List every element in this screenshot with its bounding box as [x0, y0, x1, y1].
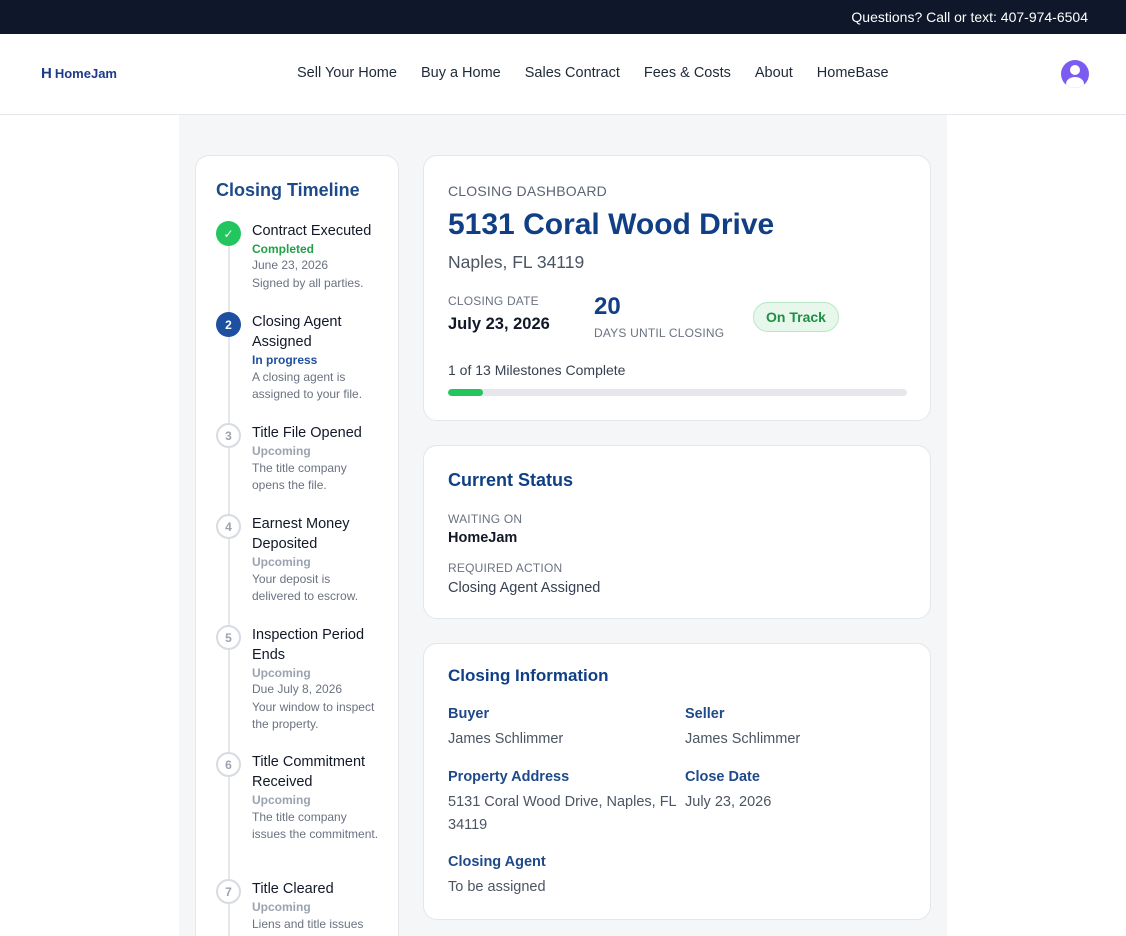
buyer-label: Buyer	[448, 706, 490, 722]
step-number: 4	[216, 514, 241, 539]
step-description: The title company opens the file.	[252, 461, 347, 492]
homejam-logo[interactable]: H HomeJam	[41, 65, 117, 82]
site-header: H HomeJam Sell Your Home Buy a Home Sale…	[0, 34, 1126, 115]
step-title: Title Cleared	[252, 881, 334, 897]
step-status: Upcoming	[252, 793, 311, 807]
contact-bar: Questions? Call or text: 407-974-6504	[0, 0, 1126, 34]
step-title: Title File Opened	[252, 425, 362, 441]
close-date-label: Close Date	[685, 769, 760, 785]
days-label: DAYS UNTIL CLOSING	[594, 326, 725, 340]
current-status-card: Current Status WAITING ON HomeJam REQUIR…	[423, 445, 931, 619]
required-action-value: Closing Agent Assigned	[448, 580, 601, 596]
step-description: Liens and title issues	[252, 917, 364, 931]
timeline-connector	[228, 246, 230, 936]
logo-mark-icon: H	[41, 65, 52, 82]
step-number: 5	[216, 625, 241, 650]
step-status: Upcoming	[252, 555, 311, 569]
step-status: Upcoming	[252, 444, 311, 458]
closing-date-label: CLOSING DATE	[448, 294, 539, 308]
closing-information-title: Closing Information	[448, 666, 609, 685]
progress-fill	[448, 389, 484, 396]
property-address-label: Property Address	[448, 769, 570, 785]
closing-timeline: Closing Timeline ✓ Contract Executed Com…	[195, 155, 399, 936]
status-badge: On Track	[753, 302, 839, 332]
step-number: 6	[216, 752, 241, 777]
nav-about[interactable]: About	[755, 65, 793, 81]
contact-text: Questions? Call or text: 407-974-6504	[851, 9, 1088, 25]
property-city: Naples, FL 34119	[448, 252, 585, 272]
step-description: Signed by all parties.	[252, 276, 364, 290]
step-status: Completed	[252, 242, 315, 256]
timeline-title: Closing Timeline	[216, 180, 360, 200]
step-number: 3	[216, 423, 241, 448]
step-status: In progress	[252, 353, 318, 367]
nav-fees-costs[interactable]: Fees & Costs	[644, 65, 731, 81]
step-date: June 23, 2026	[252, 258, 329, 272]
check-icon: ✓	[216, 221, 241, 246]
milestones-text: 1 of 13 Milestones Complete	[448, 362, 626, 378]
step-number: 7	[216, 879, 241, 904]
step-description: Your deposit is delivered to escrow.	[252, 572, 359, 603]
closing-information-card: Closing Information Buyer James Schlimme…	[423, 643, 931, 920]
property-address-line2: 34119	[448, 817, 488, 833]
close-date-value: July 23, 2026	[685, 794, 772, 810]
step-title: Contract Executed	[252, 223, 372, 239]
dashboard-eyebrow: CLOSING DASHBOARD	[448, 183, 607, 199]
nav-sales-contract[interactable]: Sales Contract	[525, 65, 620, 81]
property-address-title: 5131 Coral Wood Drive	[448, 208, 775, 241]
step-status: Upcoming	[252, 666, 311, 680]
step-number: 2	[216, 312, 241, 337]
closing-agent-label: Closing Agent	[448, 854, 546, 870]
logo-text: HomeJam	[54, 66, 117, 81]
milestone-progress-bar	[448, 389, 907, 396]
step-title: Title Commitment Received	[252, 754, 366, 790]
step-description: Your window to inspect the property.	[252, 700, 375, 731]
step-date: Due July 8, 2026	[252, 682, 343, 696]
nav-homebase[interactable]: HomeBase	[817, 65, 889, 81]
main-nav: Sell Your Home Buy a Home Sales Contract…	[297, 65, 913, 81]
closing-dashboard: CLOSING DASHBOARD 5131 Coral Wood Drive …	[423, 155, 931, 421]
seller-label: Seller	[685, 706, 725, 722]
step-description: The title company issues the commitment.	[252, 810, 379, 841]
waiting-on-label: WAITING ON	[448, 512, 523, 526]
closing-agent-value: To be assigned	[448, 879, 546, 895]
waiting-on-value: HomeJam	[448, 530, 518, 546]
seller-value: James Schlimmer	[685, 731, 801, 747]
step-title: Closing Agent Assigned	[252, 314, 342, 350]
buyer-value: James Schlimmer	[448, 731, 564, 747]
step-status: Upcoming	[252, 900, 311, 914]
user-avatar-icon[interactable]	[1061, 60, 1089, 88]
nav-sell-your-home[interactable]: Sell Your Home	[297, 65, 397, 81]
closing-date-value: July 23, 2026	[448, 315, 550, 333]
current-status-title: Current Status	[448, 470, 574, 490]
step-description: A closing agent is assigned to your file…	[252, 370, 363, 401]
step-title: Earnest Money Deposited	[252, 516, 350, 552]
property-address-line1: 5131 Coral Wood Drive, Naples, FL	[448, 794, 677, 810]
step-title: Inspection Period Ends	[252, 627, 365, 663]
required-action-label: REQUIRED ACTION	[448, 561, 563, 575]
nav-buy-a-home[interactable]: Buy a Home	[421, 65, 501, 81]
days-count: 20	[594, 293, 621, 320]
